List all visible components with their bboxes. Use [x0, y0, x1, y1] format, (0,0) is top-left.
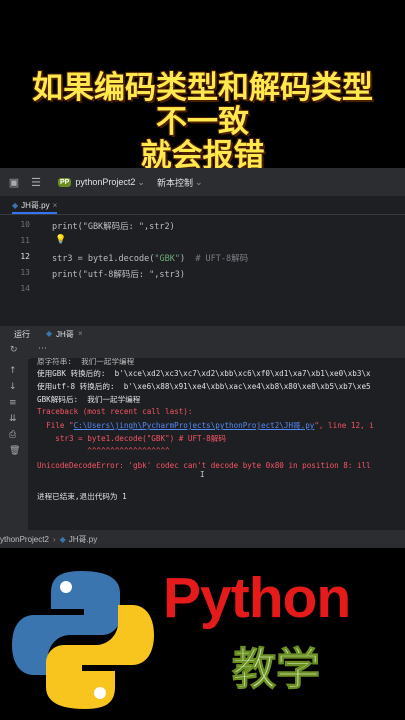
- run-console[interactable]: 原字符串: 我们一起学编程 使用GBK 转换后的: b'\xce\xd2\xc3…: [30, 358, 405, 528]
- console-line: 原字符串: 我们一起学编程: [37, 358, 135, 366]
- run-panel-header: 运行 ◆ JH哥 ×: [0, 326, 405, 344]
- chevron-right-icon: ›: [52, 534, 56, 544]
- vcs-selector[interactable]: 新本控制: [157, 176, 193, 189]
- code-line-12: str3 = byte1.decode("GBK") # UFT-8解码: [52, 252, 248, 264]
- run-tab[interactable]: JH哥: [56, 329, 74, 340]
- ide-window: ▣ ☰ PP pythonProject2 ⌄ 新本控制 ⌄ ◆ JH哥.py …: [0, 168, 405, 548]
- window-menu-icon[interactable]: ▣: [6, 174, 22, 190]
- console-error-line: Traceback (most recent call last):: [37, 407, 193, 416]
- project-selector[interactable]: pythonProject2: [75, 177, 135, 187]
- line-number: 11: [20, 236, 30, 245]
- code-line-13: print("utf-8解码后: ",str3): [52, 270, 185, 280]
- soft-wrap-icon[interactable]: ≡: [9, 398, 17, 408]
- console-error-line: str3 = byte1.decode("GBK") # UFT-8解码: [37, 434, 226, 443]
- line-gutter: 10 11 12 13 14: [0, 215, 42, 318]
- text-cursor-icon: I: [200, 470, 205, 479]
- lightbulb-icon[interactable]: 💡: [55, 235, 66, 245]
- console-error-line: UnicodeDecodeError: 'gbk' codec can't de…: [37, 461, 371, 470]
- console-error-line: File "C:\Users\jingh\PycharmProjects\pyt…: [37, 420, 374, 431]
- run-label: 运行: [14, 330, 30, 339]
- code-comment: # UFT-8解码: [185, 254, 249, 264]
- hamburger-menu-icon[interactable]: ☰: [28, 174, 44, 190]
- status-file[interactable]: JH哥.py: [69, 534, 97, 545]
- arrow-up-icon[interactable]: ↑: [9, 366, 17, 376]
- code-line-10: print("GBK解码后: ",str2): [52, 222, 175, 232]
- rerun-icon[interactable]: ↻: [10, 345, 18, 355]
- more-icon[interactable]: ⋯: [38, 344, 47, 354]
- close-icon[interactable]: ×: [53, 201, 58, 210]
- trash-icon[interactable]: 🗑: [9, 446, 20, 456]
- scroll-end-icon[interactable]: ⇊: [9, 414, 17, 424]
- chevron-down-icon: ⌄: [137, 176, 145, 187]
- status-bar: ythonProject2 › ◆ JH哥.py: [0, 530, 405, 548]
- python-file-icon: ◆: [46, 329, 53, 338]
- close-icon[interactable]: ×: [78, 329, 83, 338]
- code-string: "GBK": [154, 254, 180, 264]
- status-project[interactable]: ythonProject2: [0, 535, 49, 544]
- print-icon[interactable]: ⎙: [9, 430, 16, 440]
- console-text: File ": [37, 421, 74, 430]
- console-text: ", line 12, i: [314, 421, 374, 430]
- console-exit-line: 进程已结束,退出代码为 1: [37, 492, 127, 501]
- python-file-icon: ◆: [12, 200, 19, 210]
- line-number: 14: [20, 284, 30, 293]
- line-number: 10: [20, 220, 30, 229]
- line-number: 12: [20, 252, 30, 261]
- tab-label: JH哥.py: [21, 200, 50, 210]
- console-line: GBK解码后: 我们一起学编程: [37, 395, 141, 404]
- python-subtitle: 教学: [232, 644, 321, 696]
- console-line: 使用GBK 转换后的: b'\xce\xd2\xc3\xc7\xd2\xbb\x…: [37, 369, 371, 378]
- run-toolbar: ↻ ⋯: [0, 344, 405, 359]
- code-editor[interactable]: 10 11 12 13 14 print("GBK解码后: ",str2) 💡 …: [0, 215, 405, 318]
- console-line: 使用utf-8 转换后的: b'\xe6\x88\x91\xe4\xbb\xac…: [37, 382, 371, 391]
- python-logo-icon: [12, 571, 154, 709]
- chevron-down-icon: ⌄: [194, 176, 203, 187]
- python-title: Python: [163, 566, 351, 630]
- file-link[interactable]: C:\Users\jingh\PycharmProjects\pythonPro…: [74, 421, 315, 430]
- console-error-line: ^^^^^^^^^^^^^^^^^^: [37, 446, 170, 455]
- editor-tab-bar: ◆ JH哥.py ×: [0, 196, 405, 215]
- tab-jh-py[interactable]: ◆ JH哥.py ×: [12, 198, 58, 214]
- run-side-toolbar: ↑ ↓ ≡ ⇊ ⎙ 🗑: [0, 358, 28, 530]
- ide-toolbar: ▣ ☰ PP pythonProject2 ⌄ 新本控制 ⌄: [0, 168, 405, 196]
- code-text: str3 = byte1.decode(: [52, 254, 155, 264]
- line-number: 13: [20, 268, 30, 277]
- arrow-down-icon[interactable]: ↓: [9, 382, 17, 392]
- python-file-icon: ◆: [59, 534, 66, 544]
- project-badge: PP: [58, 177, 72, 187]
